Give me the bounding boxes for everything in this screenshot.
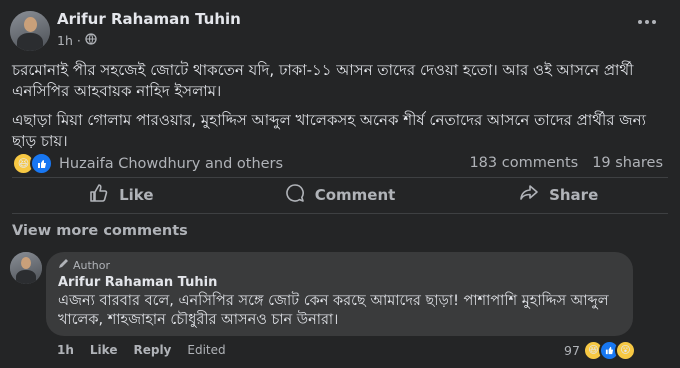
wow-reaction-icon: 😮 [614,340,636,361]
engagement-counts: 183 comments 19 shares [469,155,663,171]
comment-like-button[interactable]: Like [90,343,118,357]
post-body: চরমোনাই পীর সহজেই জোটে থাকতেন যদি, ঢাকা-… [12,60,667,160]
comment-reaction-count: 97 [564,343,580,358]
reaction-names[interactable]: Huzaifa Chowdhury and others [59,156,283,172]
comment-time[interactable]: 1h [57,343,74,357]
author-badge-label: Author [73,258,111,272]
post-actions: Like Comment Share [12,181,668,209]
comments-count[interactable]: 183 comments [469,155,578,171]
comment-reactions[interactable]: 97 😆 😮 [564,340,636,361]
view-more-comments-link[interactable]: View more comments [12,223,188,239]
comment-label: Comment [314,186,396,204]
post-time[interactable]: 1h [57,33,73,48]
comment-icon [285,183,305,207]
reaction-summary[interactable]: 😆 Huzaifa Chowdhury and others [12,152,283,175]
like-label: Like [119,186,154,204]
comment-actions: 1h Like Reply Edited [57,343,226,357]
post-author-name[interactable]: Arifur Rahaman Tuhin [57,10,241,28]
author-badge: Author [58,258,110,272]
like-icon [89,183,109,207]
share-icon [519,183,539,207]
like-button[interactable]: Like [12,181,231,209]
pencil-icon [58,258,69,272]
post-paragraph-1: চরমোনাই পীর সহজেই জোটে থাকতেন যদি, ঢাকা-… [12,61,634,100]
comment-author-name[interactable]: Arifur Rahaman Tuhin [58,275,217,290]
comment-text: এজন্য বারবার বলে, এনসিপির সঙ্গে জোট কেন … [58,293,609,328]
author-avatar[interactable] [10,11,50,51]
comment-edited-label[interactable]: Edited [187,343,225,357]
comment-button[interactable]: Comment [231,181,450,209]
facebook-post: Arifur Rahaman Tuhin 1h · চরমোনাই পীর সহ… [0,0,680,368]
shares-count[interactable]: 19 shares [592,155,663,171]
post-paragraph-2: এছাড়া মিয়া গোলাম পারওয়ার, মুহাদ্দিস আ… [12,111,646,150]
more-options-icon[interactable] [632,12,662,32]
share-label: Share [549,186,599,204]
commenter-avatar[interactable] [10,252,42,284]
globe-icon [85,33,97,48]
like-reaction-icon [30,152,53,175]
divider [12,213,668,214]
divider [12,177,668,178]
comment-bubble: Author Arifur Rahaman Tuhin এজন্য বারবার… [46,252,633,336]
comment-reply-button[interactable]: Reply [133,343,171,357]
post-meta: 1h · [57,33,97,48]
share-button[interactable]: Share [449,181,668,209]
